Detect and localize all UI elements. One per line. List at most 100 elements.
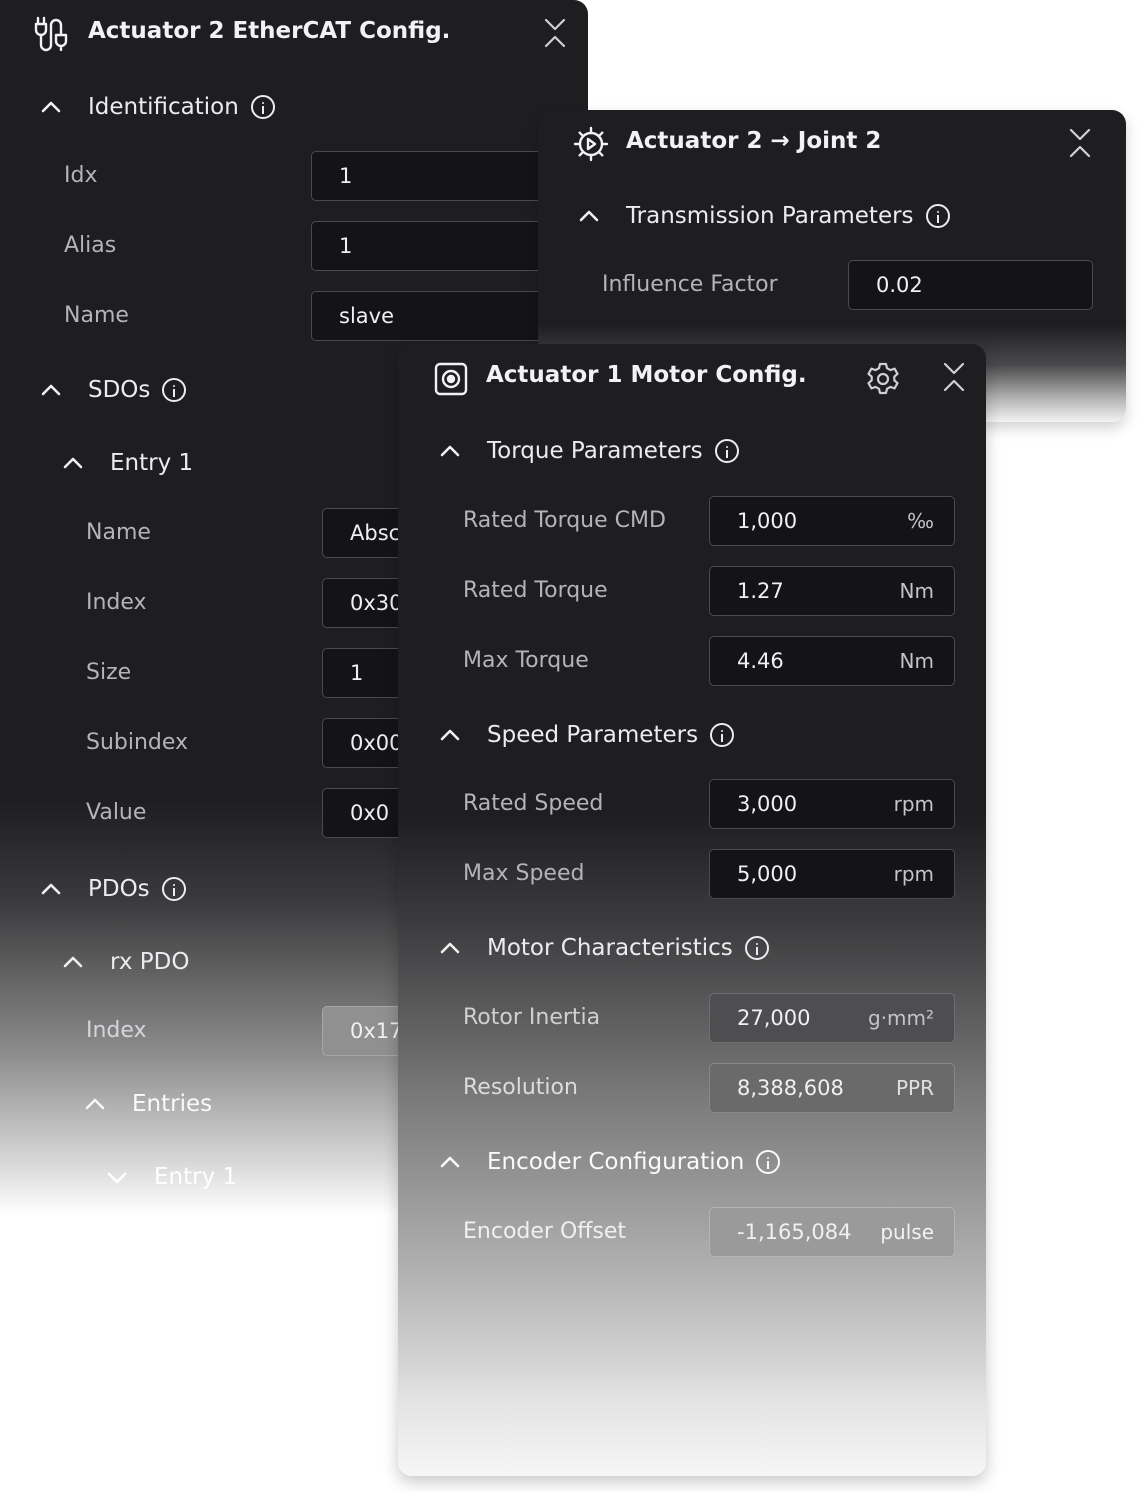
chevron-up-icon[interactable] xyxy=(440,729,460,741)
info-icon[interactable] xyxy=(710,723,735,747)
param-unit: rpm xyxy=(893,792,934,816)
param-unit: Nm xyxy=(899,649,934,673)
gear-icon[interactable] xyxy=(865,361,901,397)
gear-play-icon xyxy=(573,126,609,162)
sdo-index-value: 0x30 xyxy=(350,591,403,615)
max-torque-input[interactable]: 4.46 Nm xyxy=(709,636,955,686)
cable-connector-icon xyxy=(34,16,68,52)
chevron-up-icon[interactable] xyxy=(41,101,61,113)
motor-icon xyxy=(434,362,468,396)
section-title: Entry 1 xyxy=(154,1164,238,1190)
chevron-up-icon[interactable] xyxy=(85,1098,105,1110)
influence-factor-value: 0.02 xyxy=(876,273,923,297)
param-value: 8,388,608 xyxy=(737,1076,844,1100)
entries-section[interactable]: Entries xyxy=(132,1088,212,1120)
param-label: Max Torque xyxy=(463,648,589,673)
rated-speed-input[interactable]: 3,000 rpm xyxy=(709,779,955,829)
chevron-up-icon[interactable] xyxy=(440,445,460,457)
section-title: Speed Parameters xyxy=(487,722,699,748)
chevron-up-icon[interactable] xyxy=(440,1156,460,1168)
name-value: slave xyxy=(339,304,394,328)
param-unit: pulse xyxy=(880,1220,934,1244)
param-label: Encoder Offset xyxy=(463,1219,627,1244)
collapse-icon[interactable] xyxy=(942,362,966,392)
sdo-index-label: Index xyxy=(86,590,147,615)
info-icon[interactable] xyxy=(925,204,950,228)
info-icon[interactable] xyxy=(250,95,275,119)
idx-value: 1 xyxy=(339,164,353,188)
panel-title: Actuator 1 Motor Config. xyxy=(486,362,807,388)
motor-characteristics-section[interactable]: Motor Characteristics xyxy=(487,932,769,964)
alias-label: Alias xyxy=(64,233,117,258)
sdo-value-value: 0x0 xyxy=(350,801,390,825)
motor-config-panel: Actuator 1 Motor Config. Torque Paramete… xyxy=(398,344,986,1476)
transmission-section[interactable]: Transmission Parameters xyxy=(626,200,950,232)
chevron-up-icon[interactable] xyxy=(41,883,61,895)
info-icon[interactable] xyxy=(756,1150,781,1174)
rx-pdo-section[interactable]: rx PDO xyxy=(110,946,189,978)
sdo-size-value: 1 xyxy=(350,661,364,685)
encoder-section[interactable]: Encoder Configuration xyxy=(487,1146,781,1178)
section-title: Entries xyxy=(132,1091,213,1117)
chevron-up-icon[interactable] xyxy=(41,384,61,396)
sdo-name-label: Name xyxy=(86,520,151,545)
info-icon[interactable] xyxy=(161,877,186,901)
section-title: Torque Parameters xyxy=(487,438,703,464)
info-icon[interactable] xyxy=(162,378,187,402)
rated-torque-cmd-input[interactable]: 1,000 ‰ xyxy=(709,496,955,546)
sdo-subindex-value: 0x00 xyxy=(350,731,403,755)
param-label: Rated Torque xyxy=(463,578,608,603)
param-value: -1,165,084 xyxy=(737,1220,852,1244)
chevron-up-icon[interactable] xyxy=(63,956,83,968)
param-unit: Nm xyxy=(899,579,934,603)
sdo-size-label: Size xyxy=(86,660,132,685)
identification-section[interactable]: Identification xyxy=(88,91,275,123)
pdos-section[interactable]: PDOs xyxy=(88,873,186,905)
chevron-up-icon[interactable] xyxy=(63,457,83,469)
chevron-down-icon[interactable] xyxy=(107,1172,127,1184)
influence-factor-label: Influence Factor xyxy=(602,272,778,297)
section-title: PDOs xyxy=(88,876,150,902)
chevron-up-icon[interactable] xyxy=(579,210,599,222)
param-unit: ‰ xyxy=(907,509,934,533)
panel-title: Actuator 2 EtherCAT Config. xyxy=(88,18,451,44)
param-value: 4.46 xyxy=(737,649,784,673)
section-title: Encoder Configuration xyxy=(487,1149,745,1175)
param-label: Max Speed xyxy=(463,861,585,886)
info-icon[interactable] xyxy=(714,439,739,463)
sdo-name-value: Absc xyxy=(350,521,401,545)
rated-torque-input[interactable]: 1.27 Nm xyxy=(709,566,955,616)
section-title: SDOs xyxy=(88,377,151,403)
sdo-value-label: Value xyxy=(86,800,147,825)
section-title: Identification xyxy=(88,94,239,120)
idx-label: Idx xyxy=(64,163,98,188)
sdo-entry-1-section[interactable]: Entry 1 xyxy=(110,447,193,479)
param-label: Resolution xyxy=(463,1075,578,1100)
max-speed-input[interactable]: 5,000 rpm xyxy=(709,849,955,899)
param-value: 5,000 xyxy=(737,862,798,886)
param-value: 27,000 xyxy=(737,1006,811,1030)
name-label: Name xyxy=(64,303,129,328)
param-value: 3,000 xyxy=(737,792,798,816)
section-title: rx PDO xyxy=(110,949,190,975)
torque-section[interactable]: Torque Parameters xyxy=(487,435,739,467)
param-label: Rated Torque CMD xyxy=(463,508,666,533)
speed-section[interactable]: Speed Parameters xyxy=(487,719,735,751)
panel-title: Actuator 2 → Joint 2 xyxy=(626,128,882,154)
section-title: Transmission Parameters xyxy=(626,203,914,229)
pdo-index-label: Index xyxy=(86,1018,147,1043)
pdo-entry-1-section[interactable]: Entry 1 xyxy=(154,1161,237,1193)
param-value: 1.27 xyxy=(737,579,784,603)
info-icon[interactable] xyxy=(744,936,769,960)
param-value: 1,000 xyxy=(737,509,798,533)
resolution-input[interactable]: 8,388,608 PPR xyxy=(709,1063,955,1113)
rotor-inertia-input[interactable]: 27,000 g·mm² xyxy=(709,993,955,1043)
sdos-section[interactable]: SDOs xyxy=(88,374,187,406)
encoder-offset-input[interactable]: -1,165,084 pulse xyxy=(709,1207,955,1257)
influence-factor-input[interactable]: 0.02 xyxy=(848,260,1093,310)
param-unit: rpm xyxy=(893,862,934,886)
chevron-up-icon[interactable] xyxy=(440,942,460,954)
collapse-icon[interactable] xyxy=(543,18,567,48)
section-title: Entry 1 xyxy=(110,450,194,476)
collapse-icon[interactable] xyxy=(1068,128,1092,158)
